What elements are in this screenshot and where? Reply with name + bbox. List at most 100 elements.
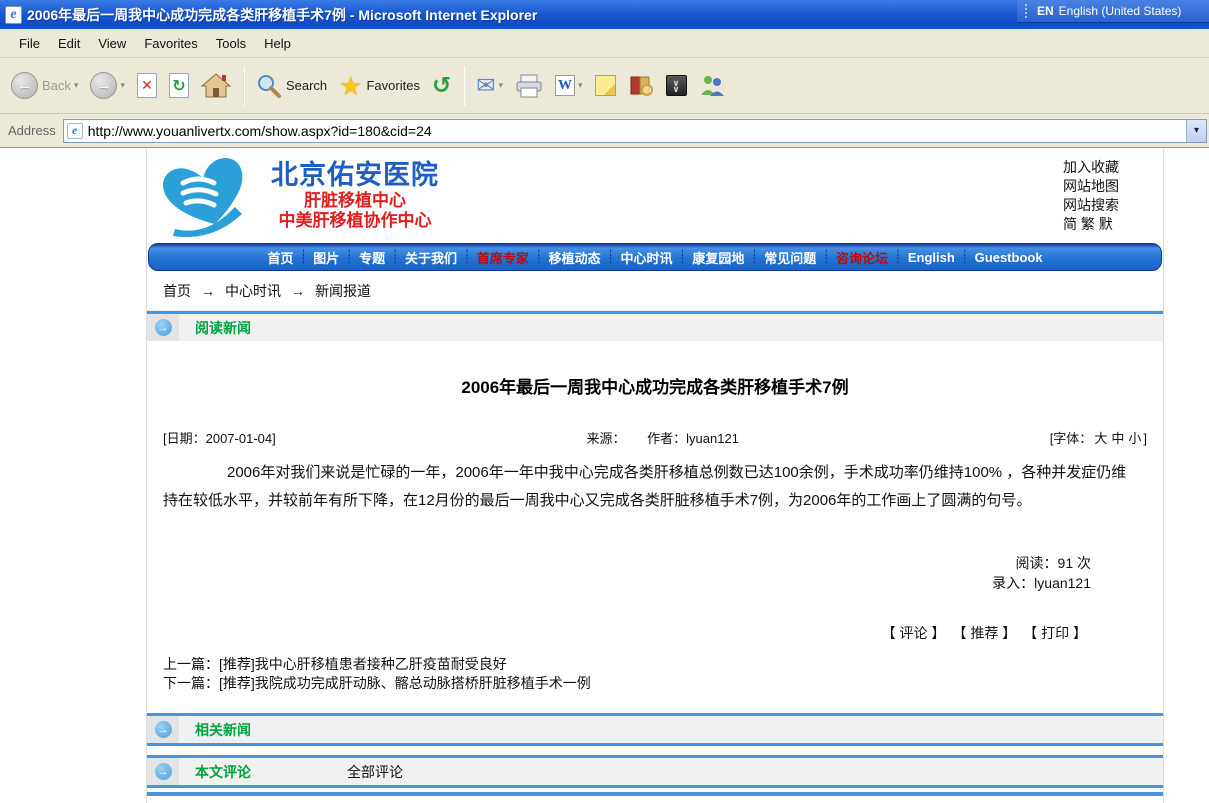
language-bar-grip-icon[interactable] — [1025, 4, 1029, 18]
language-name: English (United States) — [1059, 4, 1182, 18]
read-stats: 阅读：91 次 录入：lyuan121 — [147, 553, 1163, 593]
home-button[interactable] — [196, 69, 236, 102]
breadcrumb-item[interactable]: 新闻报道 — [315, 281, 371, 301]
word-icon: W — [555, 75, 575, 96]
search-button[interactable]: Search — [251, 70, 332, 102]
font-size-link[interactable]: 小 — [1128, 431, 1141, 446]
window-titlebar: e 2006年最后一周我中心成功完成各类肝移植手术7例 - Microsoft … — [0, 0, 1209, 29]
breadcrumb-item[interactable]: 中心时讯 — [225, 281, 281, 301]
history-icon: ↺ — [432, 72, 451, 99]
favorites-button[interactable]: ★ Favorites — [334, 70, 425, 102]
menu-item-file[interactable]: File — [10, 32, 49, 55]
nav-item[interactable]: 咨询论坛 — [830, 248, 894, 267]
font-size-prefix: [字体： — [1050, 431, 1093, 446]
nav-item[interactable]: 专题 — [353, 248, 391, 267]
notes-button[interactable] — [590, 72, 621, 99]
refresh-glyph: ↻ — [172, 76, 185, 96]
action-link[interactable]: 【 推荐 】 — [959, 625, 1016, 641]
nav-separator-icon: ┊ — [679, 249, 687, 265]
nav-item[interactable]: Guestbook — [969, 250, 1049, 265]
forward-dropdown-icon[interactable]: ▾ — [120, 80, 125, 91]
back-dropdown-icon[interactable]: ▾ — [74, 80, 79, 91]
toolbar-separator — [464, 66, 465, 106]
edit-dropdown-icon[interactable]: ▾ — [578, 80, 583, 91]
all-comments-link[interactable]: 全部评论 — [347, 762, 403, 782]
nav-item[interactable]: 图片 — [307, 248, 345, 267]
mail-icon: ✉ — [476, 72, 495, 99]
page-favicon: e — [67, 123, 83, 139]
action-link[interactable]: 【 评论 】 — [882, 625, 946, 641]
mail-dropdown-icon[interactable]: ▾ — [499, 80, 504, 91]
address-dropdown-button[interactable]: ▾ — [1186, 120, 1206, 142]
nav-item[interactable]: 首页 — [261, 248, 299, 267]
address-input[interactable]: e http://www.youanlivertx.com/show.aspx?… — [63, 119, 1207, 143]
section-icon-cell: → — [147, 758, 179, 785]
back-icon: ← — [11, 72, 38, 99]
stop-button[interactable]: ✕ — [132, 70, 162, 101]
center-name-2: 中美肝移植协作中心 — [271, 211, 439, 231]
next-article-link[interactable]: 下一篇：[推荐]我院成功完成肝动脉、髂总动脉搭桥肝脏移植手术一例 — [163, 674, 1163, 693]
nav-separator-icon: ┊ — [299, 249, 307, 265]
history-button[interactable]: ↺ — [427, 69, 456, 102]
messenger-button[interactable]: ∨ ∨ — [661, 72, 692, 99]
article-date: [日期：2007-01-04] — [163, 428, 276, 447]
messenger-chevron-glyph: ∨ — [672, 86, 679, 92]
menu-item-help[interactable]: Help — [255, 32, 300, 55]
menu-bar: FileEditViewFavoritesToolsHelp — [0, 29, 1209, 58]
breadcrumb-item[interactable]: 首页 — [163, 281, 191, 301]
quick-link[interactable]: 网站搜索 — [1063, 196, 1119, 215]
people-button[interactable] — [694, 71, 730, 100]
research-book-icon — [628, 74, 654, 98]
favorites-label: Favorites — [366, 78, 419, 93]
quick-links: 加入收藏网站地图网站搜索简 繁 默 — [1063, 158, 1119, 234]
section-read-news: → 阅读新闻 — [147, 311, 1163, 341]
quick-link[interactable]: 简 繁 默 — [1063, 215, 1119, 234]
edit-word-button[interactable]: W ▾ — [550, 72, 588, 99]
menu-item-edit[interactable]: Edit — [49, 32, 89, 55]
article: 2006年最后一周我中心成功完成各类肝移植手术7例 [日期：2007-01-04… — [147, 341, 1163, 713]
section-related-news: → 相关新闻 — [147, 713, 1163, 746]
nav-separator-icon: ┊ — [391, 249, 399, 265]
main-nav: 首页┊图片┊专题┊关于我们┊首席专家┊移植动态┊中心时讯┊康复园地┊常见问题┊咨… — [148, 243, 1162, 271]
nav-separator-icon: ┊ — [961, 249, 969, 265]
hospital-name: 北京佑安医院 — [271, 160, 439, 191]
quick-link[interactable]: 加入收藏 — [1063, 158, 1119, 177]
menu-item-favorites[interactable]: Favorites — [135, 32, 206, 55]
menu-item-view[interactable]: View — [89, 32, 135, 55]
refresh-button[interactable]: ↻ — [164, 70, 194, 101]
section-title-related-news: 相关新闻 — [195, 720, 251, 740]
action-link[interactable]: 【 打印 】 — [1030, 625, 1087, 641]
bottom-divider — [147, 792, 1163, 796]
favorites-star-icon: ★ — [339, 73, 362, 99]
nav-item[interactable]: 常见问题 — [758, 248, 822, 267]
nav-item[interactable]: 首席专家 — [471, 248, 535, 267]
home-icon — [201, 72, 231, 99]
forward-button[interactable]: → ▾ — [85, 69, 130, 102]
nav-item[interactable]: 关于我们 — [399, 248, 463, 267]
language-bar[interactable]: EN English (United States) — [1017, 0, 1209, 23]
section-title-comments: 本文评论 — [195, 762, 251, 782]
toolbar: ← Back ▾ → ▾ ✕ ↻ Search ★ Favorites ↺ ✉ … — [0, 58, 1209, 114]
entered-by: 录入：lyuan121 — [147, 573, 1091, 593]
font-size-link[interactable]: 大 — [1094, 431, 1107, 446]
nav-separator-icon: ┊ — [750, 249, 758, 265]
font-size-link[interactable]: 中 — [1111, 431, 1124, 446]
nav-separator-icon: ┊ — [894, 249, 902, 265]
browser-viewport: 北京佑安医院 肝脏移植中心 中美肝移植协作中心 加入收藏网站地图网站搜索简 繁 … — [0, 148, 1209, 803]
quick-link[interactable]: 网站地图 — [1063, 177, 1119, 196]
prev-article-link[interactable]: 上一篇：[推荐]我中心肝移植患者接种乙肝疫苗耐受良好 — [163, 655, 1163, 674]
research-button[interactable] — [623, 71, 659, 101]
nav-item[interactable]: English — [902, 250, 961, 265]
print-icon — [515, 73, 543, 98]
print-button[interactable] — [510, 70, 548, 101]
prev-next-links: 上一篇：[推荐]我中心肝移植患者接种乙肝疫苗耐受良好 下一篇：[推荐]我院成功完… — [147, 655, 1163, 693]
nav-item[interactable]: 中心时讯 — [615, 248, 679, 267]
nav-item[interactable]: 移植动态 — [543, 248, 607, 267]
nav-separator-icon: ┊ — [535, 249, 543, 265]
menu-item-tools[interactable]: Tools — [207, 32, 255, 55]
mail-button[interactable]: ✉ ▾ — [471, 69, 508, 102]
nav-item[interactable]: 康复园地 — [686, 248, 750, 267]
back-button[interactable]: ← Back ▾ — [6, 69, 83, 102]
site-header: 北京佑安医院 肝脏移植中心 中美肝移植协作中心 加入收藏网站地图网站搜索简 繁 … — [147, 148, 1163, 243]
arrow-circle-icon: → — [155, 763, 172, 780]
